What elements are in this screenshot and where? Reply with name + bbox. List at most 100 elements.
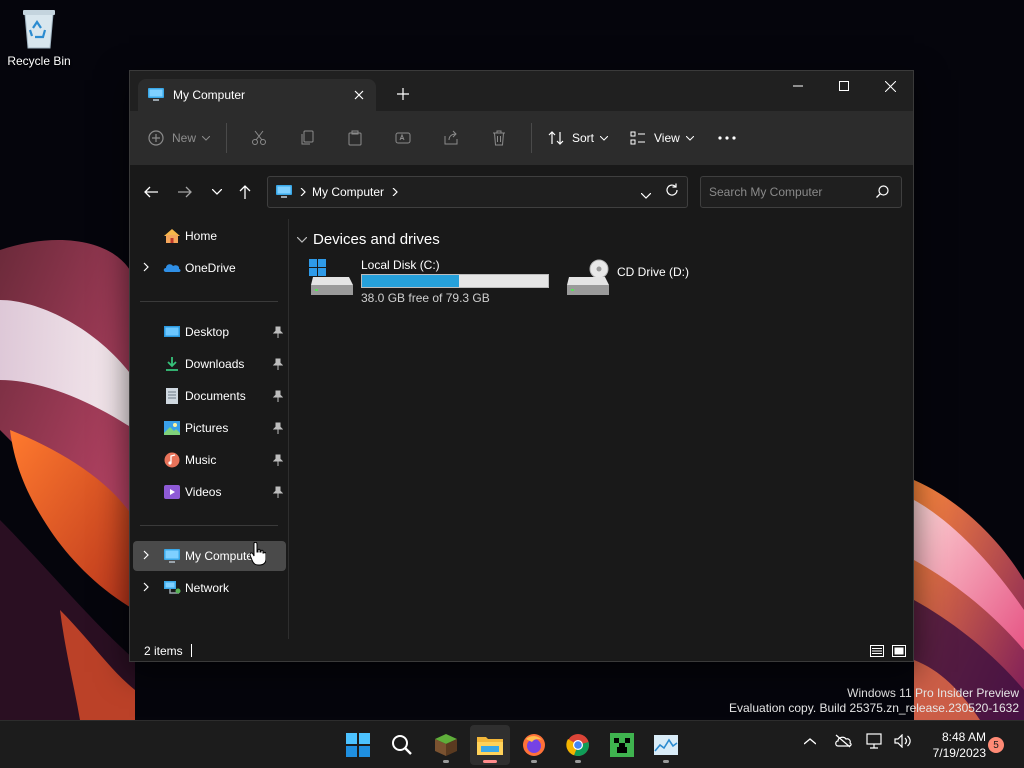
sidebar-item-home[interactable]: Home — [133, 221, 286, 251]
windows-start-icon — [346, 733, 370, 757]
minimize-button[interactable] — [775, 71, 821, 101]
breadcrumb-my-computer[interactable]: My Computer — [312, 185, 384, 199]
chevron-down-icon — [202, 135, 211, 141]
sidebar-item-downloads[interactable]: Downloads — [133, 349, 286, 379]
close-icon — [884, 80, 896, 92]
sidebar-item-videos[interactable]: Videos — [133, 477, 286, 507]
rename-icon — [395, 132, 411, 144]
paste-button[interactable] — [331, 122, 379, 154]
cd-drive-icon — [567, 259, 609, 295]
network-icon — [164, 581, 181, 594]
hand-cursor-icon — [250, 542, 266, 566]
network-tray-button[interactable] — [864, 733, 886, 749]
delete-button[interactable] — [475, 122, 523, 154]
show-hidden-icons-button[interactable] — [800, 737, 820, 745]
search-input[interactable] — [709, 185, 869, 199]
chevron-down-icon — [212, 189, 222, 195]
sidebar-item-music[interactable]: Music — [133, 445, 286, 475]
sidebar-item-desktop[interactable]: Desktop — [133, 317, 286, 347]
toolbar-separator — [226, 123, 227, 153]
navigation-pane: Home OneDrive Desktop Downloads Document… — [130, 219, 288, 639]
command-bar: New Sort View — [130, 111, 913, 165]
taskbar-chrome[interactable] — [558, 725, 598, 765]
minimize-icon — [793, 85, 803, 87]
pin-icon[interactable] — [273, 486, 283, 498]
pin-icon[interactable] — [273, 358, 283, 370]
sidebar-item-label: Music — [185, 453, 217, 467]
chevron-right-icon — [392, 188, 398, 196]
close-window-button[interactable] — [867, 71, 913, 101]
up-button[interactable] — [230, 177, 260, 207]
sidebar-item-network[interactable]: Network — [133, 573, 286, 603]
tab-my-computer[interactable]: My Computer — [138, 79, 376, 111]
toolbar-separator — [531, 123, 532, 153]
recent-locations-button[interactable] — [202, 177, 232, 207]
tab-close-button[interactable] — [348, 84, 370, 106]
sidebar-item-documents[interactable]: Documents — [133, 381, 286, 411]
drive-local-disk-c[interactable]: Local Disk (C:) 38.0 GB free of 79.3 GB — [309, 255, 559, 305]
address-actions — [640, 183, 679, 202]
sort-button[interactable]: Sort — [540, 122, 618, 154]
forward-button[interactable] — [170, 177, 200, 207]
chevron-down-icon — [600, 135, 609, 141]
more-icon — [718, 136, 736, 140]
chevron-right-icon[interactable] — [143, 582, 149, 592]
large-icons-view-button[interactable] — [890, 643, 908, 659]
sidebar-item-pictures[interactable]: Pictures — [133, 413, 286, 443]
chrome-icon — [566, 734, 589, 757]
taskbar-creeper-app[interactable] — [602, 725, 642, 765]
copy-button[interactable] — [283, 122, 331, 154]
search-box[interactable] — [700, 176, 902, 208]
onedrive-tray-button[interactable] — [832, 734, 854, 748]
taskbar-firefox[interactable] — [514, 725, 554, 765]
volume-tray-button[interactable] — [892, 734, 914, 748]
share-button[interactable] — [427, 122, 475, 154]
taskbar-start-button[interactable] — [338, 725, 378, 765]
system-tray — [800, 733, 914, 749]
new-button[interactable]: New — [148, 122, 218, 154]
taskbar-clock[interactable]: 8:48 AM 7/19/2023 — [916, 729, 986, 761]
pin-icon[interactable] — [273, 390, 283, 402]
pin-icon[interactable] — [273, 422, 283, 434]
maximize-button[interactable] — [821, 71, 867, 101]
taskbar-minecraft[interactable] — [426, 725, 466, 765]
drive-cd-d[interactable]: CD Drive (D:) — [565, 255, 715, 305]
rename-button[interactable] — [379, 122, 427, 154]
details-view-button[interactable] — [868, 643, 886, 659]
cut-button[interactable] — [235, 122, 283, 154]
taskbar-search-button[interactable] — [382, 725, 422, 765]
search-icon — [876, 185, 889, 201]
new-tab-button[interactable] — [392, 83, 414, 105]
sidebar-item-label: Videos — [185, 485, 222, 499]
taskbar-file-explorer[interactable] — [470, 725, 510, 765]
sidebar-item-onedrive[interactable]: OneDrive — [133, 253, 286, 283]
address-bar[interactable]: My Computer — [267, 176, 688, 208]
pin-icon[interactable] — [273, 326, 283, 338]
maximize-icon — [839, 81, 849, 91]
pictures-icon — [164, 421, 180, 435]
running-indicator — [575, 760, 581, 763]
details-view-icon — [870, 645, 884, 657]
desktop-recycle-bin[interactable]: Recycle Bin — [4, 6, 74, 76]
arrow-left-icon — [144, 186, 158, 198]
chevron-right-icon[interactable] — [143, 262, 149, 272]
view-button[interactable]: View — [618, 122, 704, 154]
taskbar-task-manager[interactable] — [646, 725, 686, 765]
evaluation-watermark: Windows 11 Pro Insider Preview Evaluatio… — [729, 686, 1019, 716]
sidebar-item-label: OneDrive — [185, 261, 236, 275]
more-options-button[interactable] — [704, 122, 744, 154]
address-history-button[interactable] — [640, 183, 652, 202]
refresh-icon — [666, 183, 678, 196]
title-bar[interactable]: My Computer — [130, 71, 913, 111]
pin-icon[interactable] — [273, 454, 283, 466]
computer-icon — [164, 549, 180, 563]
back-button[interactable] — [136, 177, 166, 207]
arrow-up-icon — [239, 185, 251, 199]
document-icon — [166, 388, 178, 404]
devices-section-header[interactable]: Devices and drives — [297, 231, 440, 248]
notification-badge[interactable]: 5 — [988, 737, 1004, 753]
chevron-right-icon[interactable] — [143, 550, 149, 560]
file-list-pane[interactable]: Devices and drives Local Disk (C:) 38.0 … — [289, 219, 914, 639]
refresh-button[interactable] — [665, 183, 679, 202]
onedrive-icon — [163, 264, 181, 272]
